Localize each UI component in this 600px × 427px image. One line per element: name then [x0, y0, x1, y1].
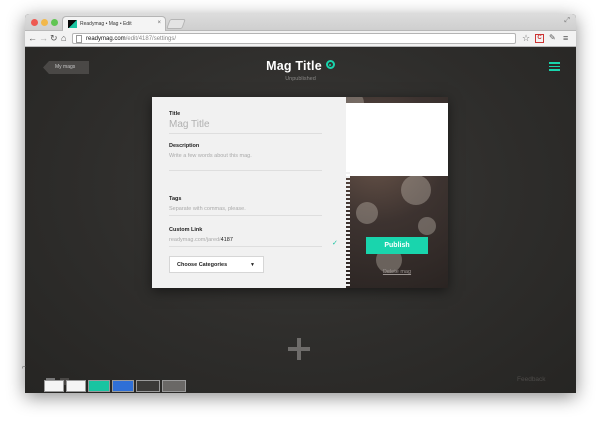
dock-item[interactable] [136, 380, 160, 392]
dock-bar [44, 380, 186, 393]
browser-menu-icon[interactable]: ≡ [563, 33, 568, 43]
settings-gear-icon[interactable] [325, 60, 335, 69]
url-path: /edit/4187/settings/ [125, 36, 177, 42]
browser-window: Readymag • Mag • Edit × ⤢ ← → ↻ ⌂ readym… [25, 14, 576, 393]
back-arrow-icon[interactable]: ← [28, 33, 37, 44]
mag-title-text: Mag Title [266, 59, 322, 73]
chevron-down-icon: ▼ [250, 262, 255, 268]
bookmark-star-icon[interactable]: ☆ [522, 33, 530, 44]
feedback-link[interactable]: Feedback [517, 376, 546, 383]
cover-image-placeholder[interactable] [346, 103, 448, 176]
page-title: Mag Title [25, 59, 576, 73]
publish-status: Unpublished [285, 76, 316, 82]
dock-item[interactable] [162, 380, 186, 392]
bokeh-light [356, 202, 378, 224]
title-label: Title [169, 111, 181, 117]
url-input[interactable]: readymag.com/edit/4187/settings/ [72, 33, 516, 44]
address-toolbar: ← → ↻ ⌂ readymag.com/edit/4187/settings/… [25, 31, 576, 47]
dock-item[interactable] [66, 380, 86, 392]
minimize-window-button[interactable] [41, 19, 48, 26]
editor-canvas: My mags Mag Title Unpublished Title Mag … [25, 48, 576, 393]
check-icon: ✓ [332, 240, 338, 247]
bokeh-light [401, 175, 431, 205]
settings-panel: Title Mag Title Description Write a few … [152, 97, 448, 288]
url-host: readymag.com [86, 36, 126, 42]
dock-item[interactable] [112, 380, 134, 392]
title-underline [169, 133, 322, 134]
hamburger-menu-icon[interactable] [549, 62, 560, 71]
settings-form: Title Mag Title Description Write a few … [152, 97, 346, 288]
cover-panel: Publish Delete mag [346, 97, 448, 288]
dock-item[interactable] [88, 380, 110, 392]
tab-close-icon[interactable]: × [157, 20, 161, 26]
browser-tab[interactable]: Readymag • Mag • Edit × [62, 16, 166, 31]
wrench-icon[interactable]: ✎ [549, 33, 556, 42]
zoom-window-button[interactable] [51, 19, 58, 26]
tags-input[interactable]: Separate with commas, please. [169, 206, 246, 212]
reload-icon[interactable]: ↻ [50, 33, 58, 44]
publish-button[interactable]: Publish [366, 237, 428, 254]
dock-item[interactable] [44, 380, 64, 392]
title-input[interactable]: Mag Title [169, 119, 210, 130]
description-underline [169, 170, 322, 171]
page-icon [76, 35, 82, 43]
delete-mag-link[interactable]: Delete mag [346, 269, 448, 275]
description-label: Description [169, 143, 200, 149]
new-tab-button[interactable] [166, 19, 186, 29]
close-window-button[interactable] [31, 19, 38, 26]
add-page-plus-icon[interactable] [288, 338, 310, 360]
custom-link-label: Custom Link [169, 227, 203, 233]
tags-label: Tags [169, 196, 182, 202]
extension-icon[interactable]: C [535, 34, 544, 43]
choose-categories-dropdown[interactable]: Choose Categories ▼ [169, 256, 264, 273]
custom-link-slug: 4187 [220, 237, 233, 243]
custom-link-underline [169, 246, 322, 247]
readymag-favicon-icon [68, 20, 77, 28]
tags-underline [169, 215, 322, 216]
bokeh-light [418, 217, 436, 235]
tab-title: Readymag • Mag • Edit [80, 21, 132, 27]
custom-link-prefix: readymag.com/jared/ [169, 237, 221, 243]
mouse-cursor-icon: ⌐ [22, 364, 27, 371]
custom-link-input[interactable]: readymag.com/jared/4187 [169, 237, 233, 243]
tab-bar: Readymag • Mag • Edit × ⤢ [25, 14, 576, 31]
forward-arrow-icon[interactable]: → [39, 33, 48, 44]
home-icon[interactable]: ⌂ [61, 33, 66, 44]
description-input[interactable]: Write a few words about this mag. [169, 153, 252, 159]
categories-label: Choose Categories [177, 262, 228, 268]
fullscreen-icon[interactable]: ⤢ [564, 17, 570, 25]
